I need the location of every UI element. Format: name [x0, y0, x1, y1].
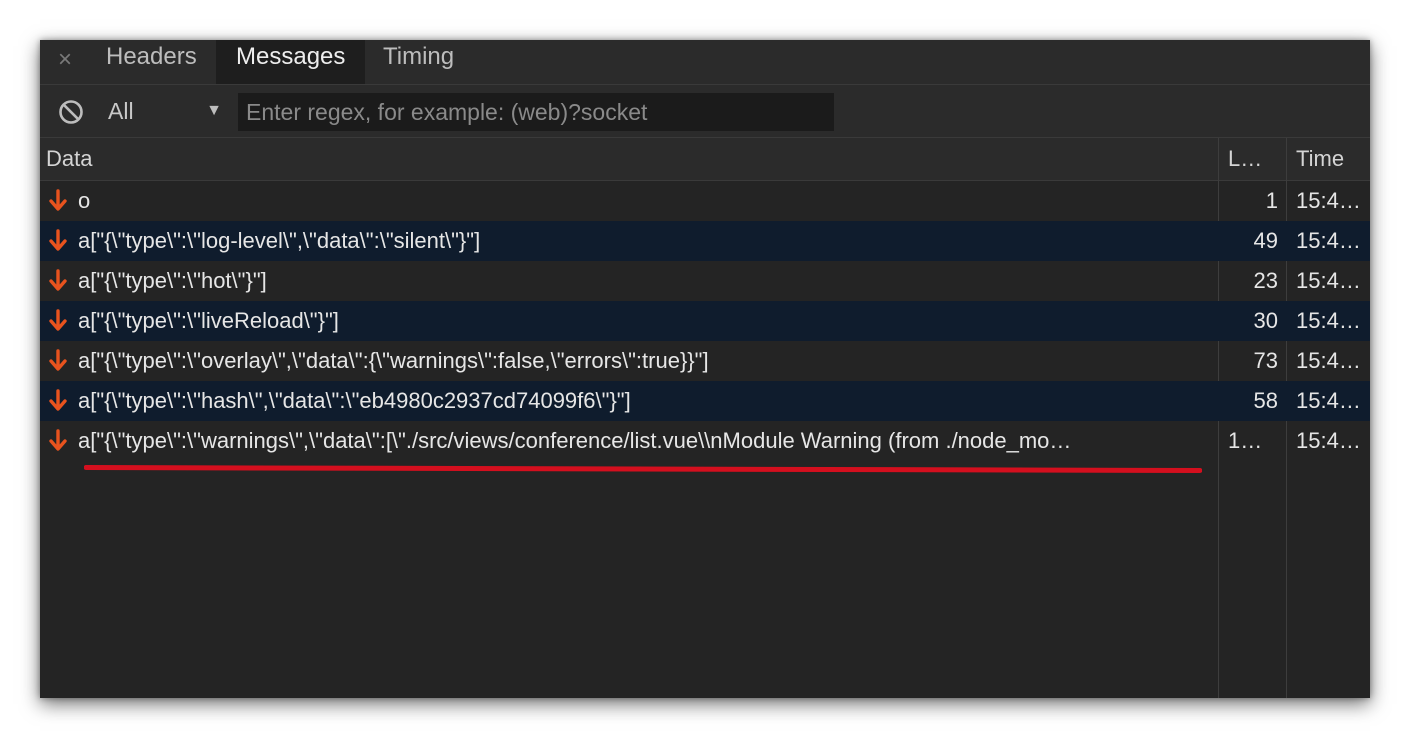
- arrow-down-icon: [49, 309, 67, 331]
- table-row[interactable]: o 1 15:4…: [40, 181, 1370, 221]
- annotation-underline: [84, 465, 1202, 473]
- message-data: a["{\"type\":\"warnings\",\"data\":[\"./…: [78, 428, 1072, 453]
- regex-filter-input[interactable]: [238, 93, 834, 131]
- column-header-length[interactable]: L…: [1228, 138, 1262, 180]
- table-row[interactable]: a["{\"type\":\"hot\"}"] 23 15:4…: [40, 261, 1370, 301]
- tab-headers[interactable]: Headers: [86, 40, 217, 84]
- arrow-down-icon: [49, 389, 67, 411]
- table-row[interactable]: a["{\"type\":\"hash\",\"data\":\"eb4980c…: [40, 381, 1370, 421]
- table-row[interactable]: a["{\"type\":\"overlay\",\"data\":{\"war…: [40, 341, 1370, 381]
- message-length: 30: [1253, 308, 1278, 333]
- arrow-down-icon: [49, 349, 67, 371]
- message-time: 15:4…: [1296, 308, 1361, 333]
- filter-bar: All ▼: [40, 85, 1370, 138]
- tab-messages[interactable]: Messages: [216, 40, 366, 84]
- message-data: a["{\"type\":\"hash\",\"data\":\"eb4980c…: [78, 388, 631, 413]
- devtools-websocket-panel: × Headers Messages Timing All ▼ Data L… …: [40, 40, 1370, 698]
- arrow-down-icon: [49, 189, 67, 211]
- tab-timing[interactable]: Timing: [363, 40, 474, 84]
- message-data: a["{\"type\":\"hot\"}"]: [78, 268, 267, 293]
- message-type-value: All: [108, 98, 134, 124]
- message-type-select[interactable]: All ▼: [100, 93, 222, 129]
- column-header-time[interactable]: Time: [1296, 138, 1344, 180]
- message-time: 15:4…: [1296, 228, 1361, 253]
- table-header: Data L… Time: [40, 138, 1370, 181]
- table-row[interactable]: a["{\"type\":\"liveReload\"}"] 30 15:4…: [40, 301, 1370, 341]
- table-row[interactable]: a["{\"type\":\"warnings\",\"data\":[\"./…: [40, 421, 1370, 461]
- message-time: 15:4…: [1296, 188, 1361, 213]
- message-time: 15:4…: [1296, 388, 1361, 413]
- message-length: 1: [1265, 188, 1278, 213]
- arrow-down-icon: [49, 269, 67, 291]
- tab-bar: × Headers Messages Timing: [40, 40, 1370, 85]
- message-length: 23: [1253, 268, 1278, 293]
- table-row[interactable]: a["{\"type\":\"log-level\",\"data\":\"si…: [40, 221, 1370, 261]
- column-header-data[interactable]: Data: [46, 138, 92, 180]
- message-data: o: [78, 188, 91, 213]
- message-data: a["{\"type\":\"liveReload\"}"]: [78, 308, 339, 333]
- message-time: 15:4…: [1296, 428, 1361, 453]
- chevron-down-icon: ▼: [206, 102, 222, 119]
- message-length: 58: [1253, 388, 1278, 413]
- message-length: 49: [1253, 228, 1278, 253]
- message-data: a["{\"type\":\"overlay\",\"data\":{\"war…: [78, 348, 709, 373]
- message-time: 15:4…: [1296, 268, 1361, 293]
- message-length: 1…: [1228, 428, 1263, 453]
- block-icon[interactable]: [58, 99, 84, 125]
- close-icon[interactable]: ×: [54, 46, 76, 74]
- arrow-down-icon: [49, 229, 67, 251]
- arrow-down-icon: [49, 429, 67, 451]
- message-length: 73: [1253, 348, 1278, 373]
- message-data: a["{\"type\":\"log-level\",\"data\":\"si…: [78, 228, 481, 253]
- message-time: 15:4…: [1296, 348, 1361, 373]
